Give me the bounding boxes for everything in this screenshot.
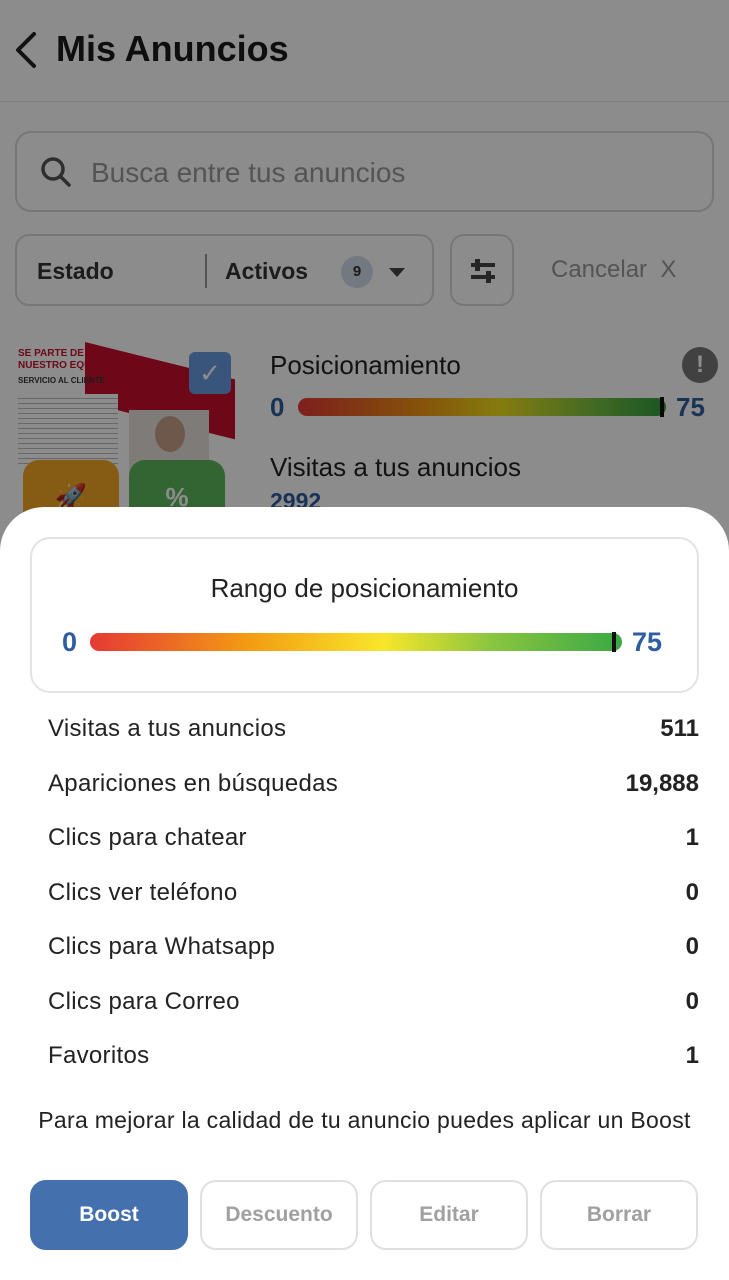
discount-button[interactable]: Descuento — [200, 1180, 358, 1250]
stat-label: Apariciones en búsquedas — [48, 770, 339, 797]
stat-value: 0 — [685, 933, 699, 960]
stat-label: Clics para Whatsapp — [48, 933, 276, 960]
range-min: 0 — [62, 627, 78, 657]
range-max: 75 — [632, 627, 663, 657]
stat-row: Favoritos 1 — [48, 1042, 699, 1082]
stat-value: 511 — [660, 715, 699, 742]
stat-row: Clics para Correo 0 — [48, 988, 699, 1028]
stat-value: 19,888 — [625, 770, 699, 797]
stat-label: Favoritos — [48, 1042, 150, 1069]
stat-value: 0 — [685, 879, 699, 906]
stat-label: Clics para chatear — [48, 824, 247, 851]
stat-row: Clics ver teléfono 0 — [48, 879, 699, 919]
stat-label: Visitas a tus anuncios — [48, 715, 287, 742]
stat-row: Clics para chatear 1 — [48, 824, 699, 864]
boost-tip: Para mejorar la calidad de tu anuncio pu… — [38, 1107, 691, 1133]
stat-row: Clics para Whatsapp 0 — [48, 933, 699, 973]
stat-value: 1 — [685, 824, 699, 851]
stat-row: Visitas a tus anuncios 511 — [48, 715, 699, 755]
stat-label: Clics para Correo — [48, 988, 240, 1015]
boost-button[interactable]: Boost — [30, 1180, 188, 1250]
stat-label: Clics ver teléfono — [48, 879, 238, 906]
range-bar — [90, 633, 622, 651]
range-title: Rango de posicionamiento — [210, 573, 519, 603]
edit-button[interactable]: Editar — [370, 1180, 528, 1250]
stats-bottom-sheet: Rango de posicionamiento 0 75 Visitas a … — [0, 507, 729, 1280]
range-marker — [612, 632, 616, 652]
stat-row: Apariciones en búsquedas 19,888 — [48, 770, 699, 810]
stat-value: 1 — [685, 1042, 699, 1069]
stat-value: 0 — [685, 988, 699, 1015]
range-card: Rango de posicionamiento 0 75 — [30, 537, 699, 693]
delete-button[interactable]: Borrar — [540, 1180, 698, 1250]
